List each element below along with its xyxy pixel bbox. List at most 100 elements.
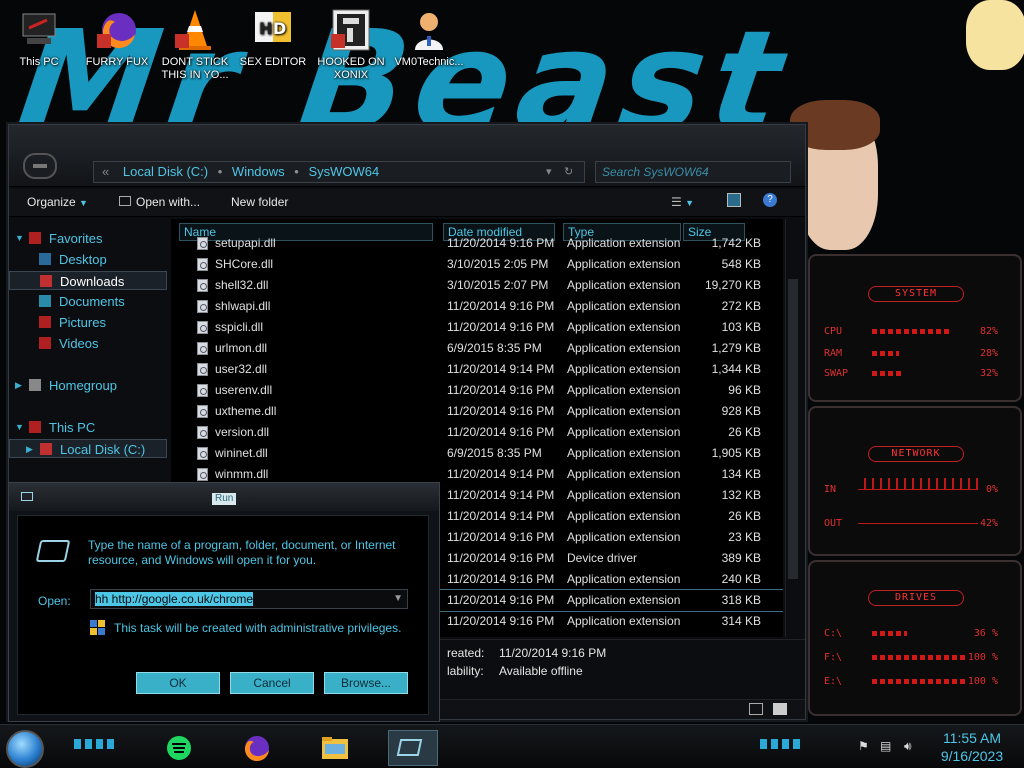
clock-time: 11:55 AM [942,730,1002,746]
dll-file-icon [197,300,208,313]
nav-documents[interactable]: Documents [9,292,167,311]
file-type: Application extension [567,509,681,523]
refresh-icon[interactable]: ↻ [564,162,573,182]
file-row[interactable]: SHCore.dll 3/10/2015 2:05 PM Application e… [171,254,783,275]
desktop-icon-this-pc[interactable]: This PC [0,4,78,96]
chevron-down-icon[interactable]: ▼ [393,590,403,608]
run-title-bar[interactable]: Run [9,483,439,511]
nav-local-disk[interactable]: ▶ Local Disk (C:) [9,439,167,458]
file-date: 11/20/2014 9:16 PM [447,236,555,250]
expand-arrow-icon[interactable]: ▼ [15,229,24,248]
vertical-scrollbar[interactable] [785,219,799,637]
ram-bar [872,351,899,356]
file-row[interactable]: userenv.dll 11/20/2014 9:16 PM Application… [171,380,783,401]
clock[interactable]: 11:55 AM 9/16/2023 [930,729,1014,765]
nav-this-pc[interactable]: ▼ This PC [9,418,167,437]
nav-favorites[interactable]: ▼ Favorites [9,229,167,248]
file-type: Application extension [567,257,681,271]
swap-label: SWAP [824,368,849,379]
search-input[interactable]: Search SysWOW64 [595,161,791,183]
large-icons-view-icon[interactable] [773,703,787,715]
dll-file-icon [197,258,208,271]
file-type: Application extension [567,404,681,418]
browse-button[interactable]: Browse... [324,672,408,694]
desktop-icon-sex-editor[interactable]: HD SEX EDITOR [234,4,312,96]
dll-file-icon [197,447,208,460]
address-dropdown-icon[interactable]: ▾ [546,162,552,182]
taskbar-spotify[interactable] [154,730,204,766]
address-bar[interactable]: « Local Disk (C:) • Windows • SysWOW64 ▾… [93,161,585,183]
help-icon[interactable]: ? [763,193,777,207]
run-body: Type the name of a program, folder, docu… [17,515,429,715]
file-row[interactable]: shell32.dll 3/10/2015 2:07 PM Application … [171,275,783,296]
ram-label: RAM [824,348,843,359]
taskbar-glow-left [74,739,118,749]
breadcrumb-local-disk[interactable]: Local Disk (C:) [123,164,208,179]
clock-date: 9/16/2023 [940,748,1004,764]
file-row[interactable]: uxtheme.dll 11/20/2014 9:16 PM Application… [171,401,783,422]
breadcrumb-windows[interactable]: Windows [232,164,285,179]
nav-label: Videos [59,336,99,351]
action-center-flag-icon[interactable]: ⚑ [858,739,869,753]
nav-downloads[interactable]: Downloads [9,271,167,290]
run-command-input[interactable]: hh http://google.co.uk/chrome ▼ [90,589,408,609]
details-view-icon[interactable] [749,703,763,715]
desktop-icon-hooked-on-xonix[interactable]: HOOKED ON XONIX [312,4,390,96]
ram-value: 28% [979,348,998,359]
cancel-button[interactable]: Cancel [230,672,314,694]
file-row[interactable]: user32.dll 11/20/2014 9:14 PM Application … [171,359,783,380]
file-date: 11/20/2014 9:16 PM [447,299,555,313]
taskbar-firefox[interactable] [232,730,282,766]
desktop-icon-dont-stick[interactable]: DONT STICK THIS IN YO... [156,4,234,96]
file-size: 96 KB [728,383,761,397]
organize-button[interactable]: Organize ▼ [27,195,88,209]
file-size: 240 KB [721,572,761,586]
start-button[interactable] [6,730,44,768]
file-row[interactable]: wininet.dll 6/9/2015 8:35 PM Application e… [171,443,783,464]
file-date: 11/20/2014 9:16 PM [447,320,555,334]
view-options-icon[interactable]: ☰ ▼ [671,195,694,209]
dll-file-icon [197,426,208,439]
breadcrumb-syswow64[interactable]: SysWOW64 [308,164,379,179]
run-command-text: hh http://google.co.uk/chrome [95,592,254,606]
preview-pane-icon[interactable] [727,193,741,207]
scrollbar-thumb[interactable] [788,279,798,579]
taskbar-file-explorer[interactable] [310,730,360,766]
nav-homegroup[interactable]: ▶ Homegroup [9,376,167,395]
desktop-icon-label: VM0Technic... [394,56,464,68]
drive-f-bar [872,655,968,660]
file-name: userenv.dll [215,383,273,397]
nav-desktop[interactable]: Desktop [9,250,167,269]
system-widget: SYSTEM CPU 82% RAM 28% SWAP 32% [808,254,1022,402]
volume-icon[interactable]: 🔊︎ [904,739,912,754]
nav-pictures[interactable]: Pictures [9,313,167,332]
desktop-icon-vm0technic[interactable]: VM0Technic... [390,4,468,96]
address-back-glyph: « [102,164,110,179]
file-row[interactable]: setupapi.dll 11/20/2014 9:16 PM Applicatio… [171,233,783,254]
taskbar-run[interactable] [388,730,438,766]
file-row[interactable]: sspicli.dll 11/20/2014 9:16 PM Application… [171,317,783,338]
expand-arrow-icon[interactable]: ▼ [15,418,24,437]
ok-button[interactable]: OK [136,672,220,694]
folder-icon [322,737,348,759]
desktop-icon-furry-fux[interactable]: FURRY FUX [78,4,156,96]
file-type: Application extension [567,572,681,586]
new-folder-button[interactable]: New folder [231,195,288,209]
network-icon[interactable]: ▤ [880,739,891,753]
file-name: urlmon.dll [215,341,268,355]
back-button[interactable] [23,153,57,179]
expand-arrow-icon[interactable]: ▶ [26,440,33,459]
open-with-button[interactable]: Open with... [119,195,200,209]
expand-arrow-icon[interactable]: ▶ [15,376,22,395]
nav-label: Desktop [59,252,107,267]
file-row[interactable]: urlmon.dll 6/9/2015 8:35 PM Application ex… [171,338,783,359]
file-name: sspicli.dll [215,320,264,334]
run-dialog: Run Type the name of a program, folder, … [8,482,440,722]
file-date: 11/20/2014 9:16 PM [447,383,555,397]
computer-icon [29,421,41,433]
nav-videos[interactable]: Videos [9,334,167,353]
file-row[interactable]: shlwapi.dll 11/20/2014 9:16 PM Application… [171,296,783,317]
file-row[interactable]: version.dll 11/20/2014 9:16 PM Application… [171,422,783,443]
swap-value: 32% [979,368,998,379]
star-icon [29,232,41,244]
